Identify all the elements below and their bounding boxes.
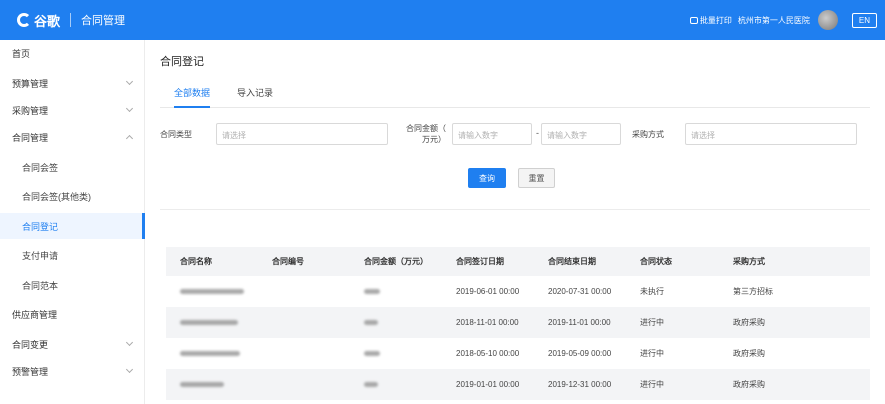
amount-range-separator: -: [536, 128, 539, 138]
contract-type-label: 合同类型: [160, 130, 192, 139]
avatar[interactable]: [817, 10, 838, 30]
chevron-down-icon: [125, 365, 134, 374]
divider: [160, 209, 870, 210]
sidebar-item-budget[interactable]: 预算管理: [0, 70, 145, 96]
contract-type-select[interactable]: 请选择: [216, 123, 388, 145]
column-header[interactable]: 合同签订日期: [456, 247, 504, 276]
contract-name-redacted: [180, 307, 238, 338]
contract-amount-redacted: [364, 338, 380, 369]
procurement-method: 政府采购: [733, 349, 765, 358]
end-date: 2019-05-09 00:00: [548, 349, 612, 358]
tab-all-data[interactable]: 全部数据: [174, 86, 211, 108]
logo-icon: [17, 13, 31, 27]
sidebar-item-label: 合同范本: [22, 280, 59, 291]
sign-date: 2019-06-01 00:00: [456, 287, 520, 296]
query-button[interactable]: 查询: [468, 168, 506, 188]
sidebar-item-home[interactable]: 首页: [0, 40, 145, 66]
sidebar-item-label: 合同管理: [12, 132, 49, 143]
procurement-method: 政府采购: [733, 318, 765, 327]
sidebar-item-warning[interactable]: 预警管理: [0, 358, 145, 384]
contract-amount-label: 合同金额（ 万元）: [394, 123, 446, 145]
column-header[interactable]: 合同结束日期: [548, 247, 596, 276]
column-header[interactable]: 合同编号: [272, 247, 304, 276]
sidebar: 首页 预算管理 采购管理 合同管理 合同会签 合同会签(其他类) 合同登记 支付…: [0, 40, 145, 404]
end-date: 2019-11-01 00:00: [548, 318, 611, 327]
sidebar-item-label: 合同会签(其他类): [22, 191, 91, 202]
contract-name-redacted: [180, 338, 240, 369]
contract-amount-redacted: [364, 276, 380, 307]
logo-text: 谷歌: [34, 13, 61, 29]
sign-date: 2019-01-01 00:00: [456, 380, 520, 389]
end-date: 2020-07-31 00:00: [548, 287, 612, 296]
table-row[interactable]: 2019-06-01 00:00 2020-07-31 00:00 未执行 第三…: [166, 276, 870, 307]
sidebar-item-supplier[interactable]: 供应商管理: [0, 301, 145, 327]
hospital-name[interactable]: 杭州市第一人民医院: [738, 15, 810, 26]
batch-print-label: 批量打印: [699, 15, 732, 25]
chevron-down-icon: [125, 77, 134, 86]
contract-name-redacted: [180, 276, 244, 307]
sidebar-item-label: 供应商管理: [12, 309, 58, 320]
procurement-method-select[interactable]: 请选择: [685, 123, 857, 145]
sidebar-item-procurement[interactable]: 采购管理: [0, 97, 145, 123]
contract-amount-label-line2: 万元）: [422, 135, 446, 144]
amount-min-input[interactable]: 请输入数字: [452, 123, 532, 145]
sidebar-item-label: 合同变更: [12, 339, 49, 350]
table-header: 合同名称 合同编号 合同金额（万元） 合同签订日期 合同结束日期 合同状态 采购…: [166, 247, 870, 276]
top-bar: 谷歌 合同管理 批量打印 杭州市第一人民医院 EN: [0, 0, 885, 40]
contract-table: 合同名称 合同编号 合同金额（万元） 合同签订日期 合同结束日期 合同状态 采购…: [166, 247, 870, 400]
sidebar-item-contract-change[interactable]: 合同变更: [0, 331, 145, 357]
contract-status: 未执行: [640, 287, 664, 296]
contract-amount-redacted: [364, 307, 378, 338]
sign-date: 2018-11-01 00:00: [456, 318, 519, 327]
page-title: 合同登记: [160, 56, 204, 68]
sidebar-item-label: 首页: [12, 48, 31, 59]
sidebar-item-template[interactable]: 合同范本: [0, 272, 145, 298]
procurement-method: 第三方招标: [733, 287, 773, 296]
header-right: 批量打印 杭州市第一人民医院 EN: [689, 0, 877, 40]
sidebar-item-label: 预警管理: [12, 366, 49, 377]
column-header[interactable]: 采购方式: [733, 247, 765, 276]
contract-amount-redacted: [364, 369, 378, 400]
sidebar-item-payment[interactable]: 支付申请: [0, 242, 145, 268]
printer-icon: [689, 16, 698, 24]
sign-date: 2018-05-10 00:00: [456, 349, 520, 358]
chevron-up-icon: [125, 134, 134, 143]
tab-import-records[interactable]: 导入记录: [237, 86, 273, 108]
sidebar-item-label: 采购管理: [12, 105, 49, 116]
sidebar-item-label: 合同登记: [22, 221, 59, 232]
sidebar-item-label: 支付申请: [22, 250, 59, 261]
sidebar-item-label: 合同会签: [22, 162, 59, 173]
procurement-method-label: 采购方式: [632, 130, 664, 139]
main-content: 合同登记 全部数据 导入记录 合同类型 请选择 合同金额（ 万元） 请输入数字 …: [146, 40, 885, 404]
app-title: 合同管理: [81, 15, 126, 27]
header-divider: [70, 13, 72, 27]
contract-name-redacted: [180, 369, 224, 400]
column-header[interactable]: 合同金额（万元）: [364, 247, 428, 276]
column-header[interactable]: 合同名称: [180, 247, 212, 276]
contract-status: 进行中: [640, 318, 664, 327]
tab-bar: 全部数据 导入记录: [160, 80, 870, 108]
table-row[interactable]: 2018-05-10 00:00 2019-05-09 00:00 进行中 政府…: [166, 338, 870, 369]
batch-print-button[interactable]: 批量打印: [689, 15, 732, 26]
contract-status: 进行中: [640, 349, 664, 358]
chevron-down-icon: [125, 338, 134, 347]
table-row[interactable]: 2018-11-01 00:00 2019-11-01 00:00 进行中 政府…: [166, 307, 870, 338]
sidebar-item-registration[interactable]: 合同登记: [0, 213, 145, 239]
sidebar-item-countersign-other[interactable]: 合同会签(其他类): [0, 183, 145, 209]
amount-max-input[interactable]: 请输入数字: [541, 123, 621, 145]
sidebar-item-contract[interactable]: 合同管理: [0, 124, 145, 150]
table-row[interactable]: 2019-01-01 00:00 2019-12-31 00:00 进行中 政府…: [166, 369, 870, 400]
contract-status: 进行中: [640, 380, 664, 389]
sidebar-item-label: 预算管理: [12, 78, 49, 89]
procurement-method: 政府采购: [733, 380, 765, 389]
reset-button[interactable]: 重置: [518, 168, 555, 188]
sidebar-item-countersign[interactable]: 合同会签: [0, 154, 145, 180]
chevron-down-icon: [125, 104, 134, 113]
contract-amount-label-line1: 合同金额（: [406, 124, 446, 133]
end-date: 2019-12-31 00:00: [548, 380, 612, 389]
column-header[interactable]: 合同状态: [640, 247, 672, 276]
logo[interactable]: 谷歌: [17, 11, 60, 30]
language-toggle[interactable]: EN: [851, 12, 877, 28]
